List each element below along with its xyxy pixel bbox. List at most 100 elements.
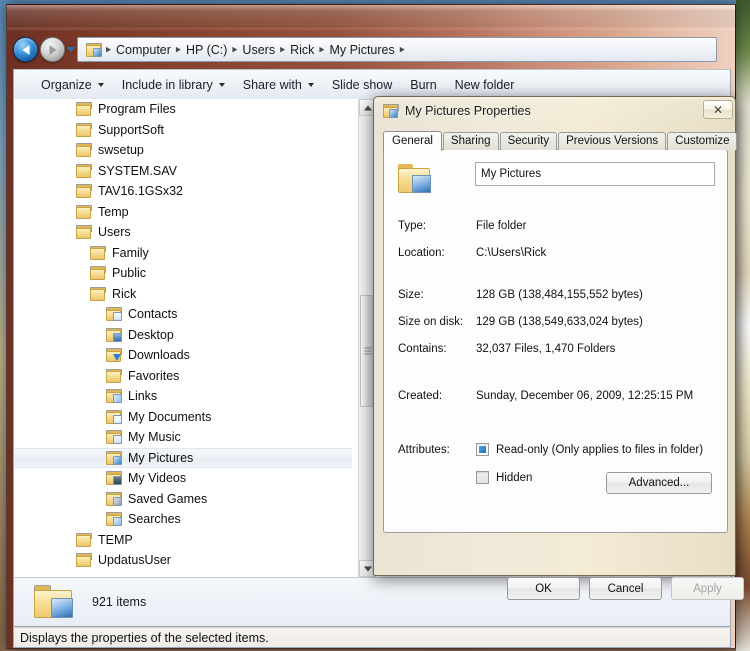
hidden-checkbox[interactable]	[476, 471, 489, 484]
folder-icon	[76, 163, 92, 178]
tree-item-label: Program Files	[98, 102, 176, 117]
cancel-button[interactable]: Cancel	[589, 577, 662, 600]
tree-item-users[interactable]: Users	[14, 222, 352, 243]
property-row-location: Location: C:\Users\Rick	[398, 247, 718, 265]
location-value: C:\Users\Rick	[476, 247, 547, 259]
general-tab-panel: My Pictures Type: File folder Location: …	[383, 149, 728, 533]
dialog-titlebar[interactable]: My Pictures Properties ✕	[374, 97, 737, 125]
tree-item-system-sav[interactable]: SYSTEM.SAV	[14, 161, 352, 182]
chevron-down-icon[interactable]	[67, 47, 75, 52]
tab-previous-versions[interactable]: Previous Versions	[558, 131, 667, 150]
address-folder-icon	[86, 42, 102, 57]
tree-item-label: My Documents	[128, 409, 212, 424]
apply-button[interactable]: Apply	[671, 577, 744, 600]
documents-folder-icon	[106, 409, 122, 424]
breadcrumb-users[interactable]: Users	[239, 43, 278, 57]
tree-item-downloads[interactable]: Downloads	[14, 345, 352, 366]
tree-item-temp[interactable]: TEMP	[14, 530, 352, 551]
folder-icon	[90, 245, 106, 260]
toolbar-item-include-in-library[interactable]: Include in library	[113, 74, 234, 96]
tree-item-label: SupportSoft	[98, 122, 165, 137]
advanced-button[interactable]: Advanced...	[606, 472, 712, 494]
tree-item-supportsoft[interactable]: SupportSoft	[14, 120, 352, 141]
tree-item-tav16-1gsx32[interactable]: TAV16.1GSx32	[14, 181, 352, 202]
tree-item-public[interactable]: Public	[14, 263, 352, 284]
folder-icon	[76, 143, 92, 158]
hidden-checkbox-row[interactable]: Hidden	[476, 471, 532, 484]
tree-item-label: Downloads	[128, 348, 190, 363]
type-label: Type:	[398, 220, 427, 232]
toolbar-item-slide-show[interactable]: Slide show	[323, 74, 401, 96]
tree-item-family[interactable]: Family	[14, 243, 352, 264]
toolbar-item-new-folder[interactable]: New folder	[446, 74, 524, 96]
tree-item-saved-games[interactable]: Saved Games	[14, 489, 352, 510]
tree-item-my-music[interactable]: My Music	[14, 427, 352, 448]
hidden-label: Hidden	[496, 471, 533, 484]
tab-sharing[interactable]: Sharing	[442, 131, 499, 150]
size-value: 128 GB (138,484,155,552 bytes)	[476, 289, 643, 301]
tree-item-searches[interactable]: Searches	[14, 509, 352, 530]
ok-button[interactable]: OK	[507, 577, 580, 600]
tree-item-temp[interactable]: Temp	[14, 202, 352, 223]
property-row-contains: Contains: 32,037 Files, 1,470 Folders	[398, 343, 718, 361]
type-value: File folder	[476, 220, 527, 232]
tree-item-swsetup[interactable]: swsetup	[14, 140, 352, 161]
tree-item-my-documents[interactable]: My Documents	[14, 407, 352, 428]
navigation-tree[interactable]: Program Files SupportSoft swsetup SYSTEM.SA…	[14, 99, 352, 577]
command-toolbar: Organize Include in library Share with Slid…	[13, 69, 731, 99]
tree-item-links[interactable]: Links	[14, 386, 352, 407]
folder-icon	[76, 204, 92, 219]
breadcrumb-separator[interactable]: ▸	[174, 43, 183, 55]
tree-item-label: TEMP	[98, 532, 133, 547]
back-button[interactable]	[13, 37, 38, 62]
music-folder-icon	[106, 430, 122, 445]
searches-folder-icon	[106, 512, 122, 527]
tree-item-updatususer[interactable]: UpdatusUser	[14, 550, 352, 571]
breadcrumb-separator[interactable]: ▸	[317, 43, 326, 55]
attributes-label: Attributes:	[398, 444, 450, 456]
readonly-checkbox[interactable]	[476, 443, 489, 456]
tree-item-label: Links	[128, 389, 158, 404]
breadcrumb-hp-c[interactable]: HP (C:)	[183, 43, 230, 57]
toolbar-item-share-with[interactable]: Share with	[234, 74, 323, 96]
toolbar-item-burn[interactable]: Burn	[401, 74, 445, 96]
tab-customize[interactable]: Customize	[667, 131, 738, 150]
address-bar[interactable]: ▸ Computer ▸ HP (C:) ▸ Users ▸ Rick ▸ My…	[77, 37, 717, 62]
tree-item-desktop[interactable]: Desktop	[14, 325, 352, 346]
breadcrumb-separator[interactable]: ▸	[230, 43, 239, 55]
tree-item-rick[interactable]: Rick	[14, 284, 352, 305]
status-bar: Displays the properties of the selected …	[13, 627, 731, 648]
tree-item-label: Users	[98, 225, 131, 240]
close-icon[interactable]: ✕	[703, 100, 733, 119]
property-row-type: Type: File folder	[398, 220, 718, 238]
titlebar-glass	[7, 5, 735, 31]
toolbar-item-label: Include in library	[121, 77, 213, 92]
tree-item-contacts[interactable]: Contacts	[14, 304, 352, 325]
breadcrumb-rick[interactable]: Rick	[287, 43, 317, 57]
tree-item-program-files[interactable]: Program Files	[14, 99, 352, 120]
forward-button[interactable]	[40, 37, 65, 62]
toolbar-item-label: New folder	[454, 77, 515, 92]
tree-item-label: swsetup	[98, 143, 144, 158]
toolbar-item-organize[interactable]: Organize	[32, 74, 113, 96]
folder-icon	[76, 532, 92, 547]
tree-item-label: Temp	[98, 204, 129, 219]
folder-icon	[90, 266, 106, 281]
tree-item-my-pictures[interactable]: My Pictures	[14, 447, 352, 468]
scrollbar-grip-icon	[364, 347, 371, 355]
breadcrumb-computer[interactable]: Computer	[113, 43, 174, 57]
readonly-label: Read-only (Only applies to files in fold…	[496, 443, 704, 456]
breadcrumb-separator[interactable]: ▸	[398, 43, 407, 55]
tree-item-label: Saved Games	[128, 491, 208, 506]
breadcrumb-separator[interactable]: ▸	[104, 43, 113, 55]
breadcrumb-separator[interactable]: ▸	[278, 43, 287, 55]
tab-general[interactable]: General	[383, 130, 442, 151]
breadcrumb-my-pictures[interactable]: My Pictures	[326, 43, 397, 57]
tree-item-my-videos[interactable]: My Videos	[14, 468, 352, 489]
readonly-checkbox-row[interactable]: Read-only (Only applies to files in fold…	[476, 443, 703, 456]
tree-item-label: Desktop	[128, 327, 174, 342]
tree-item-favorites[interactable]: Favorites	[14, 366, 352, 387]
folder-name-field[interactable]: My Pictures	[475, 162, 715, 186]
tab-security[interactable]: Security	[499, 131, 558, 150]
status-bar-text: Displays the properties of the selected …	[20, 630, 269, 645]
